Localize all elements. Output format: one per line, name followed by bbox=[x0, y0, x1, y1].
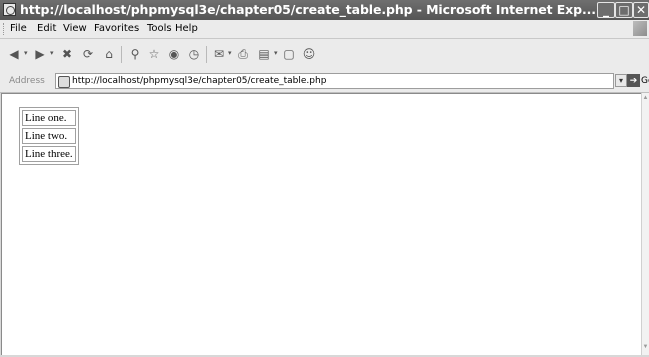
windows-logo-icon bbox=[633, 21, 647, 36]
forward-dropdown-icon[interactable]: ▾ bbox=[50, 49, 54, 57]
forward-icon[interactable]: ▶ bbox=[33, 47, 47, 61]
refresh-icon[interactable]: ⟳ bbox=[81, 47, 95, 61]
title-bar: http://localhost/phpmysql3e/chapter05/cr… bbox=[0, 0, 649, 20]
window-title: http://localhost/phpmysql3e/chapter05/cr… bbox=[20, 2, 596, 17]
close-button[interactable]: ✕ bbox=[633, 2, 649, 18]
address-bar: Address http://localhost/phpmysql3e/chap… bbox=[0, 71, 649, 93]
toolbar-separator bbox=[206, 46, 207, 63]
browser-window: http://localhost/phpmysql3e/chapter05/cr… bbox=[0, 0, 649, 357]
table-row: Line two. bbox=[22, 128, 76, 144]
back-icon[interactable]: ◀ bbox=[7, 47, 21, 61]
edit-icon[interactable]: ▤ bbox=[257, 47, 271, 61]
lines-table: Line one. Line two. Line three. bbox=[19, 107, 79, 165]
edit-dropdown-icon[interactable]: ▾ bbox=[274, 49, 278, 57]
toolbar-separator bbox=[121, 46, 122, 63]
maximize-button[interactable]: □ bbox=[615, 2, 633, 18]
scroll-down-icon[interactable]: ▼ bbox=[642, 344, 649, 353]
search-icon[interactable]: ⚲ bbox=[128, 47, 142, 61]
menu-view[interactable]: View bbox=[63, 23, 87, 34]
menu-favorites[interactable]: Favorites bbox=[94, 23, 139, 34]
scroll-up-icon[interactable]: ▲ bbox=[642, 95, 649, 104]
menu-bar: File Edit View Favorites Tools Help bbox=[0, 20, 649, 39]
mail-icon[interactable]: ✉ bbox=[212, 47, 226, 61]
table-row: Line one. bbox=[22, 110, 76, 126]
table-cell: Line one. bbox=[22, 110, 76, 126]
table-cell: Line three. bbox=[22, 146, 76, 162]
home-icon[interactable]: ⌂ bbox=[102, 47, 116, 61]
back-dropdown-icon[interactable]: ▾ bbox=[24, 49, 28, 57]
table-row: Line three. bbox=[22, 146, 76, 162]
stop-icon[interactable]: ✖ bbox=[60, 47, 74, 61]
menu-help[interactable]: Help bbox=[175, 23, 198, 34]
favorites-icon[interactable]: ☆ bbox=[147, 47, 161, 61]
address-input[interactable]: http://localhost/phpmysql3e/chapter05/cr… bbox=[55, 73, 614, 89]
print-icon[interactable]: ⎙ bbox=[236, 47, 250, 61]
go-button[interactable]: Go bbox=[641, 76, 649, 86]
address-dropdown-icon[interactable]: ▾ bbox=[615, 74, 627, 87]
ie-page-icon bbox=[3, 3, 16, 16]
menu-tools[interactable]: Tools bbox=[147, 23, 172, 34]
table-cell: Line two. bbox=[22, 128, 76, 144]
mail-dropdown-icon[interactable]: ▾ bbox=[228, 49, 232, 57]
page-icon bbox=[58, 76, 70, 88]
vertical-scrollbar[interactable]: ▲ ▼ bbox=[641, 93, 649, 355]
standard-toolbar: ◀ ▾ ▶ ▾ ✖ ⟳ ⌂ ⚲ ☆ ◉ ◷ ✉ ▾ ⎙ ▤ ▾ ▢ ☺ bbox=[0, 39, 649, 72]
menu-edit[interactable]: Edit bbox=[37, 23, 56, 34]
menu-file[interactable]: File bbox=[10, 23, 27, 34]
go-arrow-icon[interactable]: ➔ bbox=[627, 74, 640, 87]
address-url[interactable]: http://localhost/phpmysql3e/chapter05/cr… bbox=[72, 76, 326, 86]
address-label: Address bbox=[9, 76, 45, 86]
menu-grip bbox=[3, 23, 6, 35]
media-icon[interactable]: ◉ bbox=[167, 47, 181, 61]
minimize-button[interactable]: _ bbox=[597, 2, 615, 18]
history-icon[interactable]: ◷ bbox=[187, 47, 201, 61]
messenger-icon[interactable]: ☺ bbox=[302, 47, 316, 61]
discuss-icon[interactable]: ▢ bbox=[282, 47, 296, 61]
page-content: Line one. Line two. Line three. bbox=[1, 93, 641, 355]
